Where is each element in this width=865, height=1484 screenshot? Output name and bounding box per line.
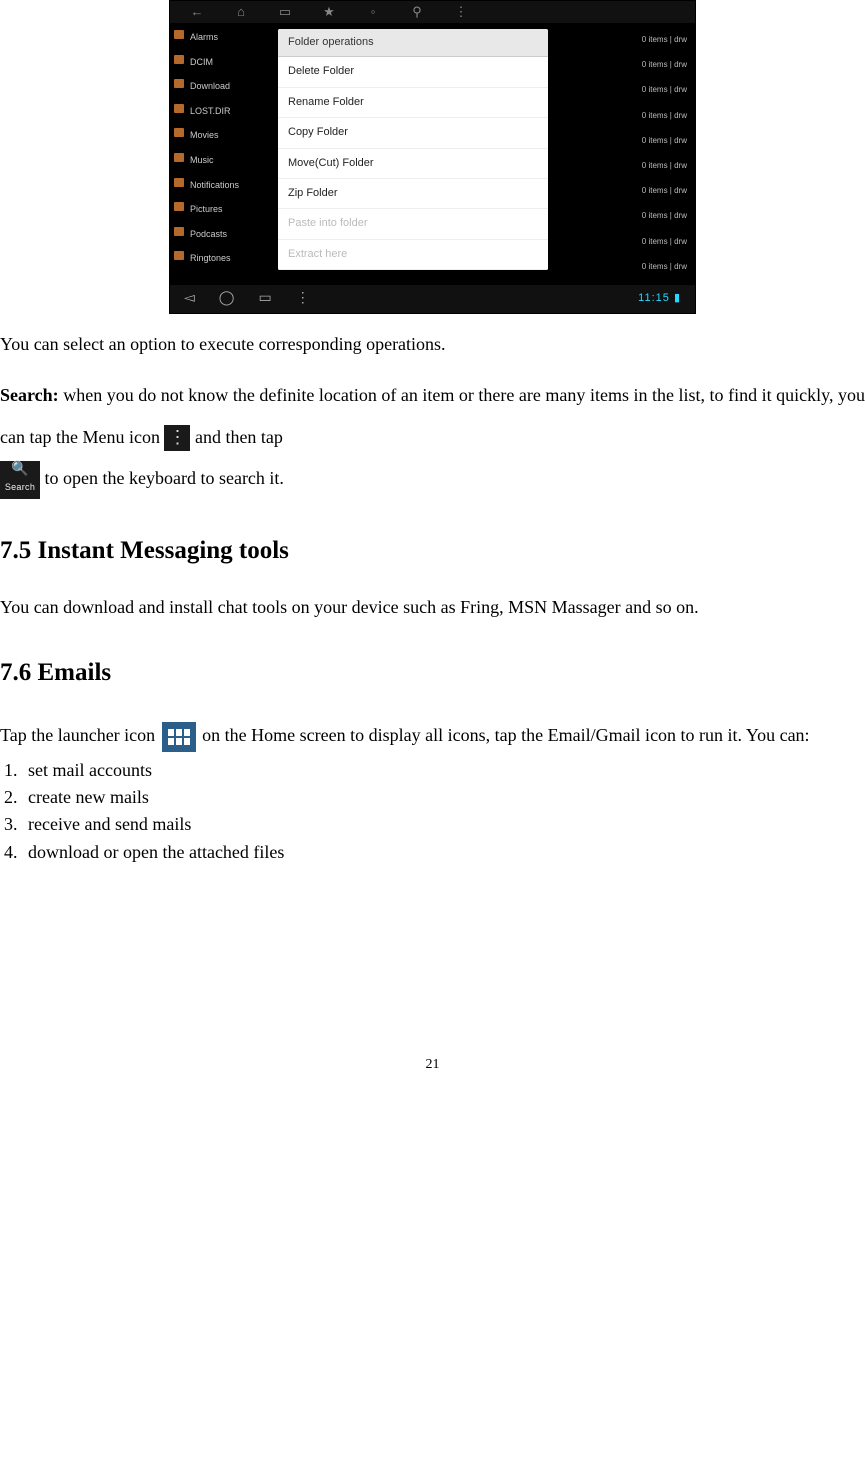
folder-operations-dialog: Folder operations Delete Folder Rename F…: [278, 29, 548, 270]
meta-item: 0 items | drw: [617, 203, 687, 228]
emails-list-item: create new mails: [22, 785, 865, 810]
search-text-pre: when you do not know the definite locati…: [0, 385, 865, 446]
screenshot-sidebar: Alarms DCIM Download LOST.DIR Movies Mus…: [170, 23, 270, 287]
emails-list-item: download or open the attached files: [22, 840, 865, 865]
nav-recent-icon: ▭: [258, 289, 271, 309]
launcher-icon: [162, 722, 196, 752]
screenshot-navbar: ◅ ◯ ▭ ⋮ 11:15 ▮: [170, 285, 695, 313]
top-icon-window: ▭: [278, 5, 292, 19]
meta-item: 0 items | drw: [617, 254, 687, 279]
meta-item: 0 items | drw: [617, 27, 687, 52]
dialog-item: Rename Folder: [278, 88, 548, 118]
nav-more-icon: ⋮: [296, 289, 310, 309]
side-item: Download: [170, 74, 270, 99]
top-icon-more: ⋮: [454, 5, 468, 19]
screenshot-right-meta: 0 items | drw 0 items | drw 0 items | dr…: [617, 27, 687, 279]
meta-item: 0 items | drw: [617, 103, 687, 128]
meta-item: 0 items | drw: [617, 128, 687, 153]
menu-icon: [164, 425, 190, 451]
meta-item: 0 items | drw: [617, 52, 687, 77]
clock: 11:15: [638, 292, 670, 304]
meta-item: 0 items | drw: [617, 77, 687, 102]
emails-list-item: set mail accounts: [22, 758, 865, 783]
section-7-5-body: You can download and install chat tools …: [0, 594, 865, 621]
nav-home-icon: ◯: [219, 289, 235, 309]
page-number: 21: [0, 1055, 865, 1075]
side-item: Ringtones: [170, 246, 270, 271]
top-icon-tools: ⚲: [410, 5, 424, 19]
side-item: Notifications: [170, 173, 270, 198]
emails-list: set mail accounts create new mails recei…: [0, 758, 865, 865]
meta-item: 0 items | drw: [617, 153, 687, 178]
search-icon-label: Search: [0, 477, 40, 498]
dialog-item: Move(Cut) Folder: [278, 149, 548, 179]
top-icon-star: ★: [322, 5, 336, 19]
search-text-post: to open the keyboard to search it.: [40, 468, 284, 488]
paragraph-select-option: You can select an option to execute corr…: [0, 332, 865, 357]
top-icon-back: ←: [190, 5, 204, 19]
side-item: Music: [170, 148, 270, 173]
search-text-mid: and then tap: [190, 427, 282, 447]
search-paragraph: Search: when you do not know the definit…: [0, 375, 865, 499]
dialog-item-disabled: Extract here: [278, 240, 548, 270]
nav-back-icon: ◅: [184, 289, 195, 309]
dialog-item-disabled: Paste into folder: [278, 209, 548, 239]
dialog-item: Delete Folder: [278, 57, 548, 87]
section-7-5-heading: 7.5 Instant Messaging tools: [0, 533, 865, 568]
emails-list-item: receive and send mails: [22, 812, 865, 837]
emails-text-post: on the Home screen to display all icons,…: [198, 725, 810, 745]
search-icon: 🔍 Search: [0, 461, 40, 499]
search-label: Search:: [0, 385, 59, 405]
side-item: Movies: [170, 123, 270, 148]
side-item: Pictures: [170, 197, 270, 222]
side-item: DCIM: [170, 50, 270, 75]
meta-item: 0 items | drw: [617, 178, 687, 203]
meta-item: 0 items | drw: [617, 229, 687, 254]
dialog-item: Zip Folder: [278, 179, 548, 209]
section-7-6-heading: 7.6 Emails: [0, 655, 865, 690]
side-item: Podcasts: [170, 222, 270, 247]
top-icon-dot: ◦: [366, 5, 380, 19]
screenshot-topbar: ← ⌂ ▭ ★ ◦ ⚲ ⋮: [170, 1, 695, 23]
dialog-item: Copy Folder: [278, 118, 548, 148]
android-screenshot: ← ⌂ ▭ ★ ◦ ⚲ ⋮ Alarms DCIM Download LOST.…: [169, 0, 696, 314]
emails-paragraph: Tap the launcher icon on the Home screen…: [0, 716, 865, 756]
side-item: Alarms: [170, 25, 270, 50]
top-icon-home: ⌂: [234, 5, 248, 19]
side-item: LOST.DIR: [170, 99, 270, 124]
emails-text-pre: Tap the launcher icon: [0, 725, 160, 745]
dialog-title: Folder operations: [278, 29, 548, 57]
